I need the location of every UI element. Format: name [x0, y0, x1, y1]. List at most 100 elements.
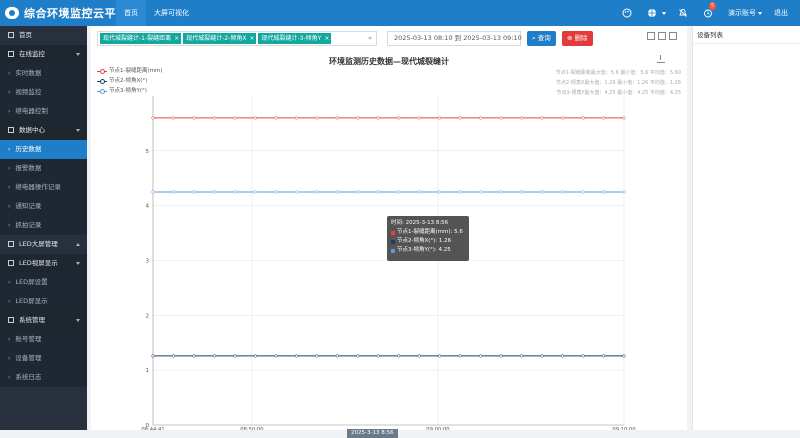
sidebar-group[interactable]: 在线监控 — [0, 45, 87, 64]
data-point — [622, 190, 626, 194]
alerts-button[interactable]: 5 — [703, 2, 717, 18]
data-point — [601, 116, 606, 120]
data-point — [212, 190, 216, 194]
data-point — [253, 354, 257, 358]
tooltip-color-dot — [391, 230, 395, 235]
sidebar-item-label: 继电器控制 — [15, 107, 48, 115]
slider-handle-label[interactable]: 2025-3-13 8:56 — [347, 429, 398, 438]
sidebar-item[interactable]: › LED屏设置 — [0, 273, 87, 292]
y-tick-label: 4 — [146, 204, 150, 210]
data-point — [171, 354, 176, 358]
data-point — [376, 190, 380, 194]
user-menu[interactable]: 演示账号 — [728, 8, 762, 18]
data-point — [253, 116, 257, 120]
date-range-picker[interactable]: 2025-03-13 08:10 到 2025-03-13 09:10 — [387, 31, 522, 46]
sidebar-group-label: 系统管理 — [19, 316, 45, 324]
sensor-tag[interactable]: 现代城裂缝计-1-裂缝距离 × — [100, 33, 182, 44]
data-point — [376, 354, 380, 358]
data-point — [438, 190, 442, 194]
data-point — [561, 116, 565, 120]
chevron-right-icon: › — [8, 203, 11, 210]
tooltip-time: 时间: 2025-3-13 8:56 — [391, 220, 449, 226]
sidebar-group[interactable]: LED视屏显示 — [0, 254, 87, 273]
top-bar: 综合环境监控云平台 首页 大屏可视化 5 演示账号 退出 — [0, 0, 800, 26]
data-point — [192, 354, 196, 358]
sidebar-group[interactable]: 首页 — [0, 26, 87, 45]
chevron-right-icon: › — [8, 184, 11, 191]
data-point — [151, 116, 155, 120]
sidebar-item[interactable]: › 通知记录 — [0, 197, 87, 216]
sidebar-item[interactable]: › 设备管理 — [0, 349, 87, 368]
sidebar-item[interactable]: › 继电器控制 — [0, 102, 87, 121]
menu-group-icon — [8, 241, 14, 247]
data-point — [520, 354, 524, 358]
data-point — [499, 354, 503, 358]
sidebar-group[interactable]: 数据中心 — [0, 121, 87, 140]
data-point — [192, 190, 196, 194]
remove-tag-icon[interactable]: × — [174, 33, 179, 44]
sidebar-item[interactable]: › 继电器操作记录 — [0, 178, 87, 197]
sidebar-item[interactable]: › 视频监控 — [0, 83, 87, 102]
delete-button[interactable]: ⊗ 删除 — [562, 31, 593, 46]
data-point — [335, 354, 339, 358]
data-point — [622, 116, 626, 120]
data-point — [540, 190, 544, 194]
user-caret-icon — [758, 11, 762, 15]
data-point — [520, 190, 524, 194]
table-view-icon[interactable] — [658, 32, 666, 40]
data-point — [397, 354, 401, 358]
sensor-tag[interactable]: 现代城裂缝计-3-倾角Y × — [258, 33, 332, 44]
chart-view-icon[interactable] — [647, 32, 655, 40]
data-point — [540, 354, 544, 358]
sidebar-item-label: 设备管理 — [15, 354, 42, 362]
mute-button[interactable] — [678, 8, 691, 18]
sidebar: 首页 在线监控 › 实时数据 › 视频监控 › 继电器控制 数据中心 › 历史数据 › 报警数据 › 继电器… — [0, 26, 87, 430]
sidebar-item[interactable]: › 系统日志 — [0, 368, 87, 387]
data-point — [581, 354, 585, 358]
map-view-icon[interactable] — [669, 32, 677, 40]
data-point — [479, 116, 483, 120]
data-point — [417, 116, 421, 120]
menu-group-icon — [8, 260, 14, 266]
language-button[interactable] — [647, 8, 666, 18]
sidebar-group[interactable]: 系统管理 — [0, 311, 87, 330]
data-point — [212, 354, 216, 358]
chevron-right-icon: › — [8, 89, 11, 96]
data-point — [561, 354, 565, 358]
sidebar-item[interactable]: › 账号管理 — [0, 330, 87, 349]
chevron-icon — [76, 53, 80, 56]
sidebar-item[interactable]: › 报警数据 — [0, 159, 87, 178]
sidebar-item-label: 实时数据 — [15, 69, 42, 77]
dropdown-caret-icon[interactable] — [368, 37, 372, 40]
remove-tag-icon[interactable]: × — [324, 33, 329, 44]
y-tick-label: 3 — [146, 259, 150, 265]
sidebar-item[interactable]: › 历史数据 — [0, 140, 87, 159]
nav-home[interactable]: 首页 — [116, 0, 146, 26]
top-right-actions: 5 演示账号 退出 — [622, 0, 800, 26]
data-point — [438, 116, 442, 120]
data-point — [151, 354, 155, 358]
sidebar-item-label: LED屏显示 — [15, 297, 48, 305]
nav-big-screen[interactable]: 大屏可视化 — [146, 0, 197, 26]
sidebar-item[interactable]: › 实时数据 — [0, 64, 87, 83]
remove-tag-icon[interactable]: × — [249, 33, 254, 44]
sensor-multiselect[interactable]: 现代城裂缝计-1-裂缝距离 × 现代城裂缝计-2-倾角X × 现代城裂缝计-3-倾角… — [97, 31, 377, 46]
top-nav: 首页 大屏可视化 — [116, 0, 197, 26]
sidebar-item[interactable]: › 抓拍记录 — [0, 216, 87, 235]
sensor-tag[interactable]: 现代城裂缝计-2-倾角X × — [183, 33, 257, 44]
tooltip-value: 节点2-倾角X(°): 1.26 — [397, 238, 452, 244]
sidebar-item-label: 账号管理 — [15, 335, 42, 343]
bell-off-icon — [679, 9, 687, 17]
theme-button[interactable] — [622, 8, 635, 18]
logout-link[interactable]: 退出 — [774, 8, 788, 18]
sensor-tag-label: 现代城裂缝计-2-倾角X — [186, 35, 247, 42]
data-point — [274, 190, 278, 194]
chevron-right-icon: › — [8, 70, 11, 77]
tooltip-color-dot — [391, 248, 395, 253]
query-button[interactable]: ⌕ 查询 — [527, 31, 556, 46]
data-point — [274, 354, 278, 358]
sidebar-item[interactable]: › LED屏显示 — [0, 292, 87, 311]
sidebar-group[interactable]: LED大屏管理 — [0, 235, 87, 254]
app-logo[interactable]: 综合环境监控云平台 — [5, 5, 128, 21]
user-name: 演示账号 — [728, 9, 756, 17]
